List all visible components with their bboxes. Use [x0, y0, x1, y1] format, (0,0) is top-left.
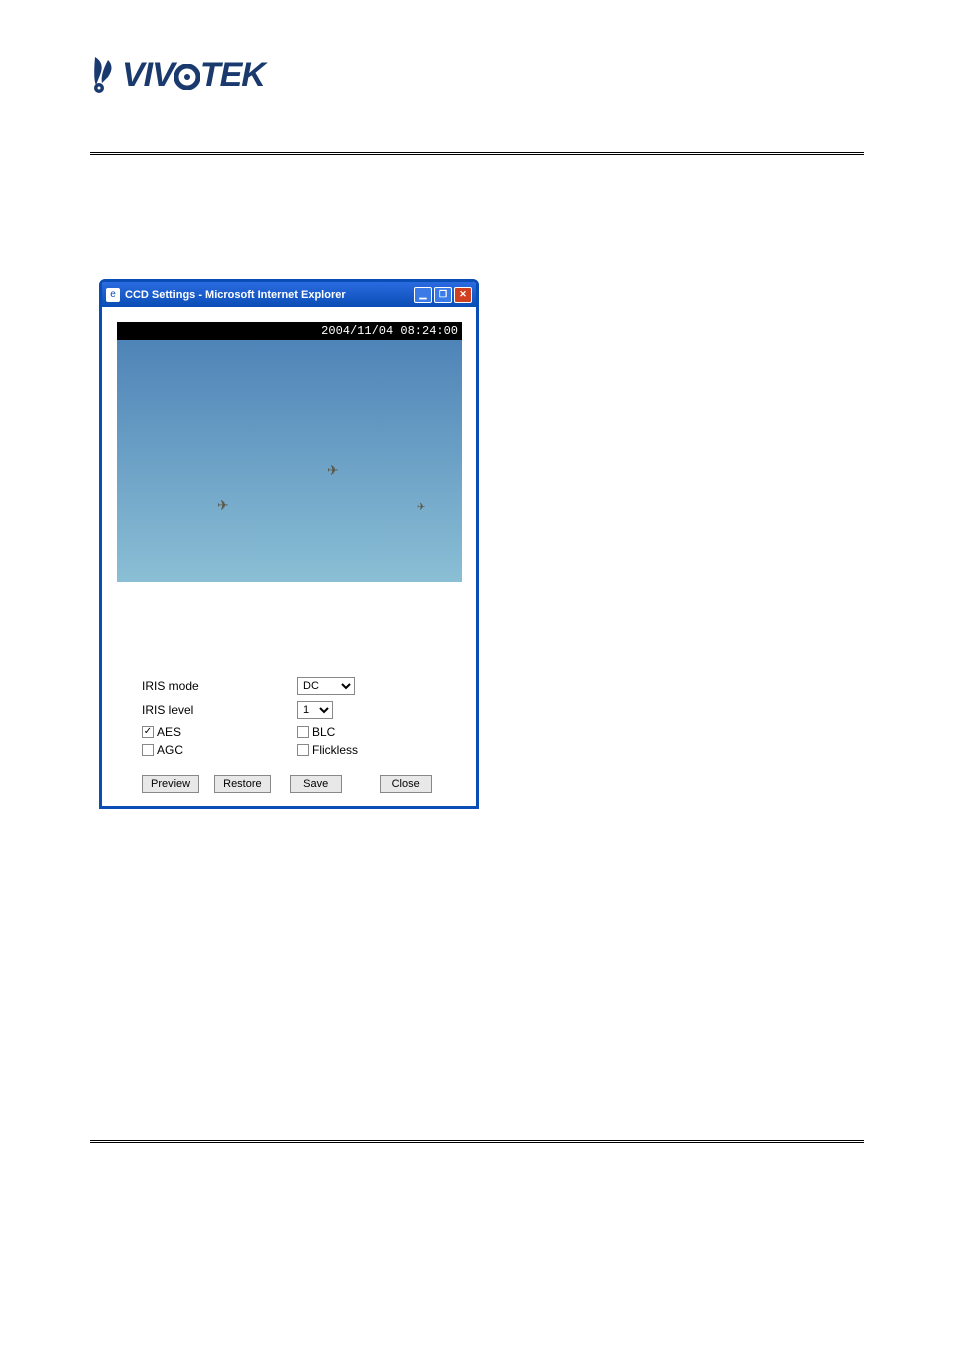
window-titlebar[interactable]: e CCD Settings - Microsoft Internet Expl…	[102, 282, 476, 307]
close-button[interactable]: Close	[380, 775, 432, 793]
ccd-settings-window: e CCD Settings - Microsoft Internet Expl…	[99, 279, 479, 809]
close-window-button[interactable]: ✕	[454, 287, 472, 303]
brand-logo: VIVTEK	[90, 55, 265, 95]
brand-name: VIVTEK	[122, 56, 265, 95]
window-title: CCD Settings - Microsoft Internet Explor…	[125, 289, 346, 301]
vivotek-mark-icon	[90, 55, 120, 95]
blc-label: BLC	[312, 725, 335, 739]
aes-label: AES	[157, 725, 181, 739]
iris-level-select[interactable]: 1	[297, 701, 333, 719]
minimize-button[interactable]: ▁	[414, 287, 432, 303]
flickless-label: Flickless	[312, 743, 358, 757]
blc-checkbox[interactable]	[297, 726, 309, 738]
bird-icon: ✈	[417, 502, 425, 513]
bird-icon: ✈	[217, 497, 229, 514]
page-rule-top	[90, 152, 864, 156]
video-preview: 2004/11/04 08:24:00 ✈ ✈ ✈	[117, 322, 462, 582]
aes-checkbox[interactable]: ✓	[142, 726, 154, 738]
video-timestamp: 2004/11/04 08:24:00	[117, 322, 462, 340]
page-rule-bottom	[90, 1140, 864, 1144]
bird-icon: ✈	[327, 462, 339, 479]
preview-button[interactable]: Preview	[142, 775, 199, 793]
iris-level-label: IRIS level	[142, 703, 297, 717]
restore-button[interactable]: Restore	[214, 775, 271, 793]
flickless-checkbox[interactable]	[297, 744, 309, 756]
window-content: 2004/11/04 08:24:00 ✈ ✈ ✈ IRIS mode DC I…	[102, 322, 476, 809]
maximize-button[interactable]: ❐	[434, 287, 452, 303]
window-controls: ▁ ❐ ✕	[414, 287, 472, 303]
save-button[interactable]: Save	[290, 775, 342, 793]
settings-form: IRIS mode DC IRIS level 1 ✓ AES	[142, 677, 456, 793]
iris-mode-label: IRIS mode	[142, 679, 297, 693]
ie-icon: e	[106, 288, 120, 302]
agc-label: AGC	[157, 743, 183, 757]
agc-checkbox[interactable]	[142, 744, 154, 756]
iris-mode-select[interactable]: DC	[297, 677, 355, 695]
